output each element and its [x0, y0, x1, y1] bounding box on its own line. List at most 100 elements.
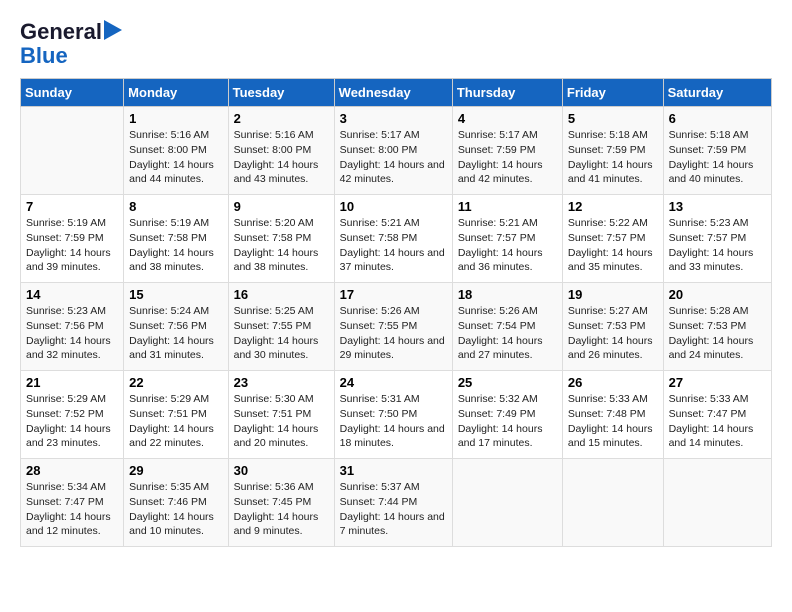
day-info: Sunrise: 5:32 AMSunset: 7:49 PMDaylight:… — [458, 392, 557, 451]
calendar-cell: 28 Sunrise: 5:34 AMSunset: 7:47 PMDayligh… — [21, 459, 124, 547]
calendar-cell: 8 Sunrise: 5:19 AMSunset: 7:58 PMDaylight… — [124, 195, 228, 283]
calendar-cell: 18 Sunrise: 5:26 AMSunset: 7:54 PMDayligh… — [452, 283, 562, 371]
calendar-cell: 10 Sunrise: 5:21 AMSunset: 7:58 PMDayligh… — [334, 195, 452, 283]
logo-general: General — [20, 20, 102, 44]
day-number: 30 — [234, 463, 329, 478]
day-number: 21 — [26, 375, 118, 390]
calendar-cell — [21, 107, 124, 195]
day-number: 22 — [129, 375, 222, 390]
day-number: 29 — [129, 463, 222, 478]
calendar-cell: 29 Sunrise: 5:35 AMSunset: 7:46 PMDayligh… — [124, 459, 228, 547]
day-number: 2 — [234, 111, 329, 126]
logo-blue: Blue — [20, 44, 68, 68]
day-number: 6 — [669, 111, 766, 126]
day-info: Sunrise: 5:20 AMSunset: 7:58 PMDaylight:… — [234, 216, 329, 275]
day-number: 4 — [458, 111, 557, 126]
day-info: Sunrise: 5:30 AMSunset: 7:51 PMDaylight:… — [234, 392, 329, 451]
day-info: Sunrise: 5:33 AMSunset: 7:47 PMDaylight:… — [669, 392, 766, 451]
calendar-table: SundayMondayTuesdayWednesdayThursdayFrid… — [20, 78, 772, 547]
day-info: Sunrise: 5:17 AMSunset: 7:59 PMDaylight:… — [458, 128, 557, 187]
calendar-cell: 2 Sunrise: 5:16 AMSunset: 8:00 PMDaylight… — [228, 107, 334, 195]
day-number: 1 — [129, 111, 222, 126]
calendar-cell: 13 Sunrise: 5:23 AMSunset: 7:57 PMDayligh… — [663, 195, 771, 283]
calendar-cell: 16 Sunrise: 5:25 AMSunset: 7:55 PMDayligh… — [228, 283, 334, 371]
day-info: Sunrise: 5:28 AMSunset: 7:53 PMDaylight:… — [669, 304, 766, 363]
calendar-cell: 15 Sunrise: 5:24 AMSunset: 7:56 PMDayligh… — [124, 283, 228, 371]
calendar-cell — [562, 459, 663, 547]
day-info: Sunrise: 5:16 AMSunset: 8:00 PMDaylight:… — [129, 128, 222, 187]
calendar-cell — [452, 459, 562, 547]
calendar-cell: 25Sunrise: 5:32 AMSunset: 7:49 PMDayligh… — [452, 371, 562, 459]
day-info: Sunrise: 5:33 AMSunset: 7:48 PMDaylight:… — [568, 392, 658, 451]
day-number: 26 — [568, 375, 658, 390]
day-info: Sunrise: 5:22 AMSunset: 7:57 PMDaylight:… — [568, 216, 658, 275]
day-number: 31 — [340, 463, 447, 478]
day-info: Sunrise: 5:29 AMSunset: 7:51 PMDaylight:… — [129, 392, 222, 451]
day-info: Sunrise: 5:18 AMSunset: 7:59 PMDaylight:… — [568, 128, 658, 187]
calendar-week-row: 28 Sunrise: 5:34 AMSunset: 7:47 PMDayligh… — [21, 459, 772, 547]
calendar-cell: 6 Sunrise: 5:18 AMSunset: 7:59 PMDaylight… — [663, 107, 771, 195]
day-info: Sunrise: 5:27 AMSunset: 7:53 PMDaylight:… — [568, 304, 658, 363]
day-info: Sunrise: 5:21 AMSunset: 7:58 PMDaylight:… — [340, 216, 447, 275]
day-number: 12 — [568, 199, 658, 214]
calendar-cell: 11Sunrise: 5:21 AMSunset: 7:57 PMDayligh… — [452, 195, 562, 283]
calendar-cell: 21Sunrise: 5:29 AMSunset: 7:52 PMDayligh… — [21, 371, 124, 459]
calendar-cell: 23Sunrise: 5:30 AMSunset: 7:51 PMDayligh… — [228, 371, 334, 459]
day-number: 13 — [669, 199, 766, 214]
day-number: 17 — [340, 287, 447, 302]
calendar-week-row: 14Sunrise: 5:23 AMSunset: 7:56 PMDayligh… — [21, 283, 772, 371]
col-header-tuesday: Tuesday — [228, 79, 334, 107]
day-info: Sunrise: 5:34 AMSunset: 7:47 PMDaylight:… — [26, 480, 118, 539]
day-info: Sunrise: 5:26 AMSunset: 7:54 PMDaylight:… — [458, 304, 557, 363]
calendar-cell: 14Sunrise: 5:23 AMSunset: 7:56 PMDayligh… — [21, 283, 124, 371]
calendar-cell: 9 Sunrise: 5:20 AMSunset: 7:58 PMDaylight… — [228, 195, 334, 283]
day-number: 24 — [340, 375, 447, 390]
day-number: 3 — [340, 111, 447, 126]
day-info: Sunrise: 5:16 AMSunset: 8:00 PMDaylight:… — [234, 128, 329, 187]
calendar-cell: 1 Sunrise: 5:16 AMSunset: 8:00 PMDaylight… — [124, 107, 228, 195]
calendar-cell: 4 Sunrise: 5:17 AMSunset: 7:59 PMDaylight… — [452, 107, 562, 195]
calendar-body: 1 Sunrise: 5:16 AMSunset: 8:00 PMDaylight… — [21, 107, 772, 547]
day-info: Sunrise: 5:25 AMSunset: 7:55 PMDaylight:… — [234, 304, 329, 363]
calendar-cell: 24 Sunrise: 5:31 AMSunset: 7:50 PMDayligh… — [334, 371, 452, 459]
calendar-header-row: SundayMondayTuesdayWednesdayThursdayFrid… — [21, 79, 772, 107]
calendar-week-row: 1 Sunrise: 5:16 AMSunset: 8:00 PMDaylight… — [21, 107, 772, 195]
day-info: Sunrise: 5:17 AMSunset: 8:00 PMDaylight:… — [340, 128, 447, 187]
day-info: Sunrise: 5:23 AMSunset: 7:56 PMDaylight:… — [26, 304, 118, 363]
day-info: Sunrise: 5:37 AMSunset: 7:44 PMDaylight:… — [340, 480, 447, 539]
calendar-cell: 27 Sunrise: 5:33 AMSunset: 7:47 PMDayligh… — [663, 371, 771, 459]
day-number: 8 — [129, 199, 222, 214]
day-info: Sunrise: 5:19 AMSunset: 7:59 PMDaylight:… — [26, 216, 118, 275]
header: General Blue — [20, 20, 772, 68]
day-number: 15 — [129, 287, 222, 302]
day-number: 5 — [568, 111, 658, 126]
day-info: Sunrise: 5:36 AMSunset: 7:45 PMDaylight:… — [234, 480, 329, 539]
col-header-sunday: Sunday — [21, 79, 124, 107]
day-info: Sunrise: 5:23 AMSunset: 7:57 PMDaylight:… — [669, 216, 766, 275]
calendar-cell: 22 Sunrise: 5:29 AMSunset: 7:51 PMDayligh… — [124, 371, 228, 459]
logo: General Blue — [20, 20, 122, 68]
day-number: 28 — [26, 463, 118, 478]
calendar-cell: 31 Sunrise: 5:37 AMSunset: 7:44 PMDayligh… — [334, 459, 452, 547]
logo-arrow-icon — [104, 20, 122, 40]
day-number: 16 — [234, 287, 329, 302]
day-number: 9 — [234, 199, 329, 214]
calendar-cell — [663, 459, 771, 547]
day-number: 20 — [669, 287, 766, 302]
calendar-cell: 7Sunrise: 5:19 AMSunset: 7:59 PMDaylight… — [21, 195, 124, 283]
calendar-cell: 5 Sunrise: 5:18 AMSunset: 7:59 PMDaylight… — [562, 107, 663, 195]
day-info: Sunrise: 5:19 AMSunset: 7:58 PMDaylight:… — [129, 216, 222, 275]
calendar-cell: 12 Sunrise: 5:22 AMSunset: 7:57 PMDayligh… — [562, 195, 663, 283]
calendar-cell: 20 Sunrise: 5:28 AMSunset: 7:53 PMDayligh… — [663, 283, 771, 371]
day-number: 11 — [458, 199, 557, 214]
calendar-cell: 30 Sunrise: 5:36 AMSunset: 7:45 PMDayligh… — [228, 459, 334, 547]
day-number: 18 — [458, 287, 557, 302]
day-info: Sunrise: 5:31 AMSunset: 7:50 PMDaylight:… — [340, 392, 447, 451]
day-info: Sunrise: 5:24 AMSunset: 7:56 PMDaylight:… — [129, 304, 222, 363]
day-number: 10 — [340, 199, 447, 214]
col-header-saturday: Saturday — [663, 79, 771, 107]
day-info: Sunrise: 5:35 AMSunset: 7:46 PMDaylight:… — [129, 480, 222, 539]
col-header-monday: Monday — [124, 79, 228, 107]
day-info: Sunrise: 5:18 AMSunset: 7:59 PMDaylight:… — [669, 128, 766, 187]
day-number: 27 — [669, 375, 766, 390]
